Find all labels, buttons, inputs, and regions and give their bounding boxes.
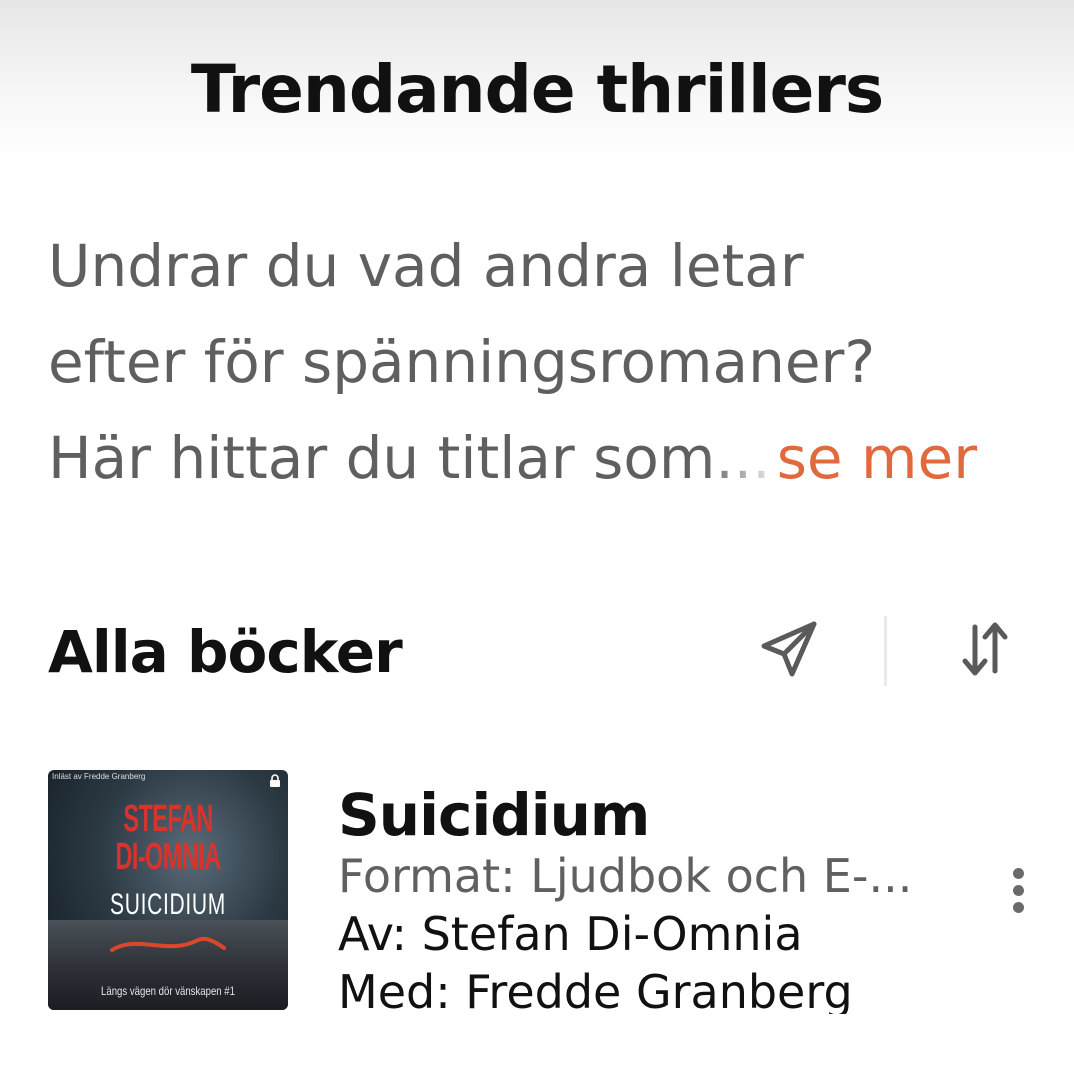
section-title: Alla böcker xyxy=(48,618,403,686)
book-author: Av: Stefan Di-Omnia xyxy=(338,907,803,961)
page: Trendande thrillers Undrar du vad andra … xyxy=(0,0,1074,1074)
cover-title: SUICIDIUM xyxy=(110,888,226,921)
book-cover[interactable]: Inläst av Fredde Granberg STEFAN DI-OMNI… xyxy=(48,770,288,1010)
description-line-3-text: Här hittar du titlar so xyxy=(48,424,659,492)
description-line-2: efter för spänningsromaner? xyxy=(48,328,876,396)
page-title: Trendande thrillers xyxy=(190,51,884,128)
cover-series: Längs vägen dör vänskapen #1 xyxy=(101,984,235,998)
more-options-button[interactable] xyxy=(988,860,1048,920)
description-line-1: Undrar du vad andra letar xyxy=(48,232,804,300)
book-narrator: Med: Fredde Granberg xyxy=(338,965,853,1014)
header: Trendande thrillers xyxy=(0,0,1074,160)
lock-icon xyxy=(270,774,280,787)
see-more-link[interactable]: se mer xyxy=(777,424,977,492)
share-button[interactable] xyxy=(752,612,826,686)
category-description: Undrar du vad andra letar efter för spän… xyxy=(48,218,1048,506)
rope-graphic xyxy=(110,937,226,952)
book-format: Format: Ljudbok och E-... xyxy=(338,849,913,903)
description-line-3: Här hittar du titlar som... se mer xyxy=(48,410,1048,506)
book-title[interactable]: Suicidium xyxy=(338,780,650,850)
cover-author-line-2: DI-OMNIA xyxy=(115,836,222,878)
sort-icon xyxy=(962,622,1008,676)
cover-author: STEFAN DI-OMNIA xyxy=(94,800,243,876)
more-dot-icon xyxy=(1012,867,1024,879)
more-dot-icon xyxy=(1012,901,1024,913)
sort-button[interactable] xyxy=(948,612,1022,686)
cover-narrator-text: Inläst av Fredde Granberg xyxy=(52,772,146,781)
cover-author-line-1: STEFAN xyxy=(123,798,213,840)
description-fade-text: m... xyxy=(658,424,771,492)
toolbar-divider xyxy=(884,616,887,686)
send-icon xyxy=(761,621,817,677)
list-item[interactable]: Inläst av Fredde Granberg STEFAN DI-OMNI… xyxy=(48,770,1048,1020)
more-dot-icon xyxy=(1012,884,1024,896)
